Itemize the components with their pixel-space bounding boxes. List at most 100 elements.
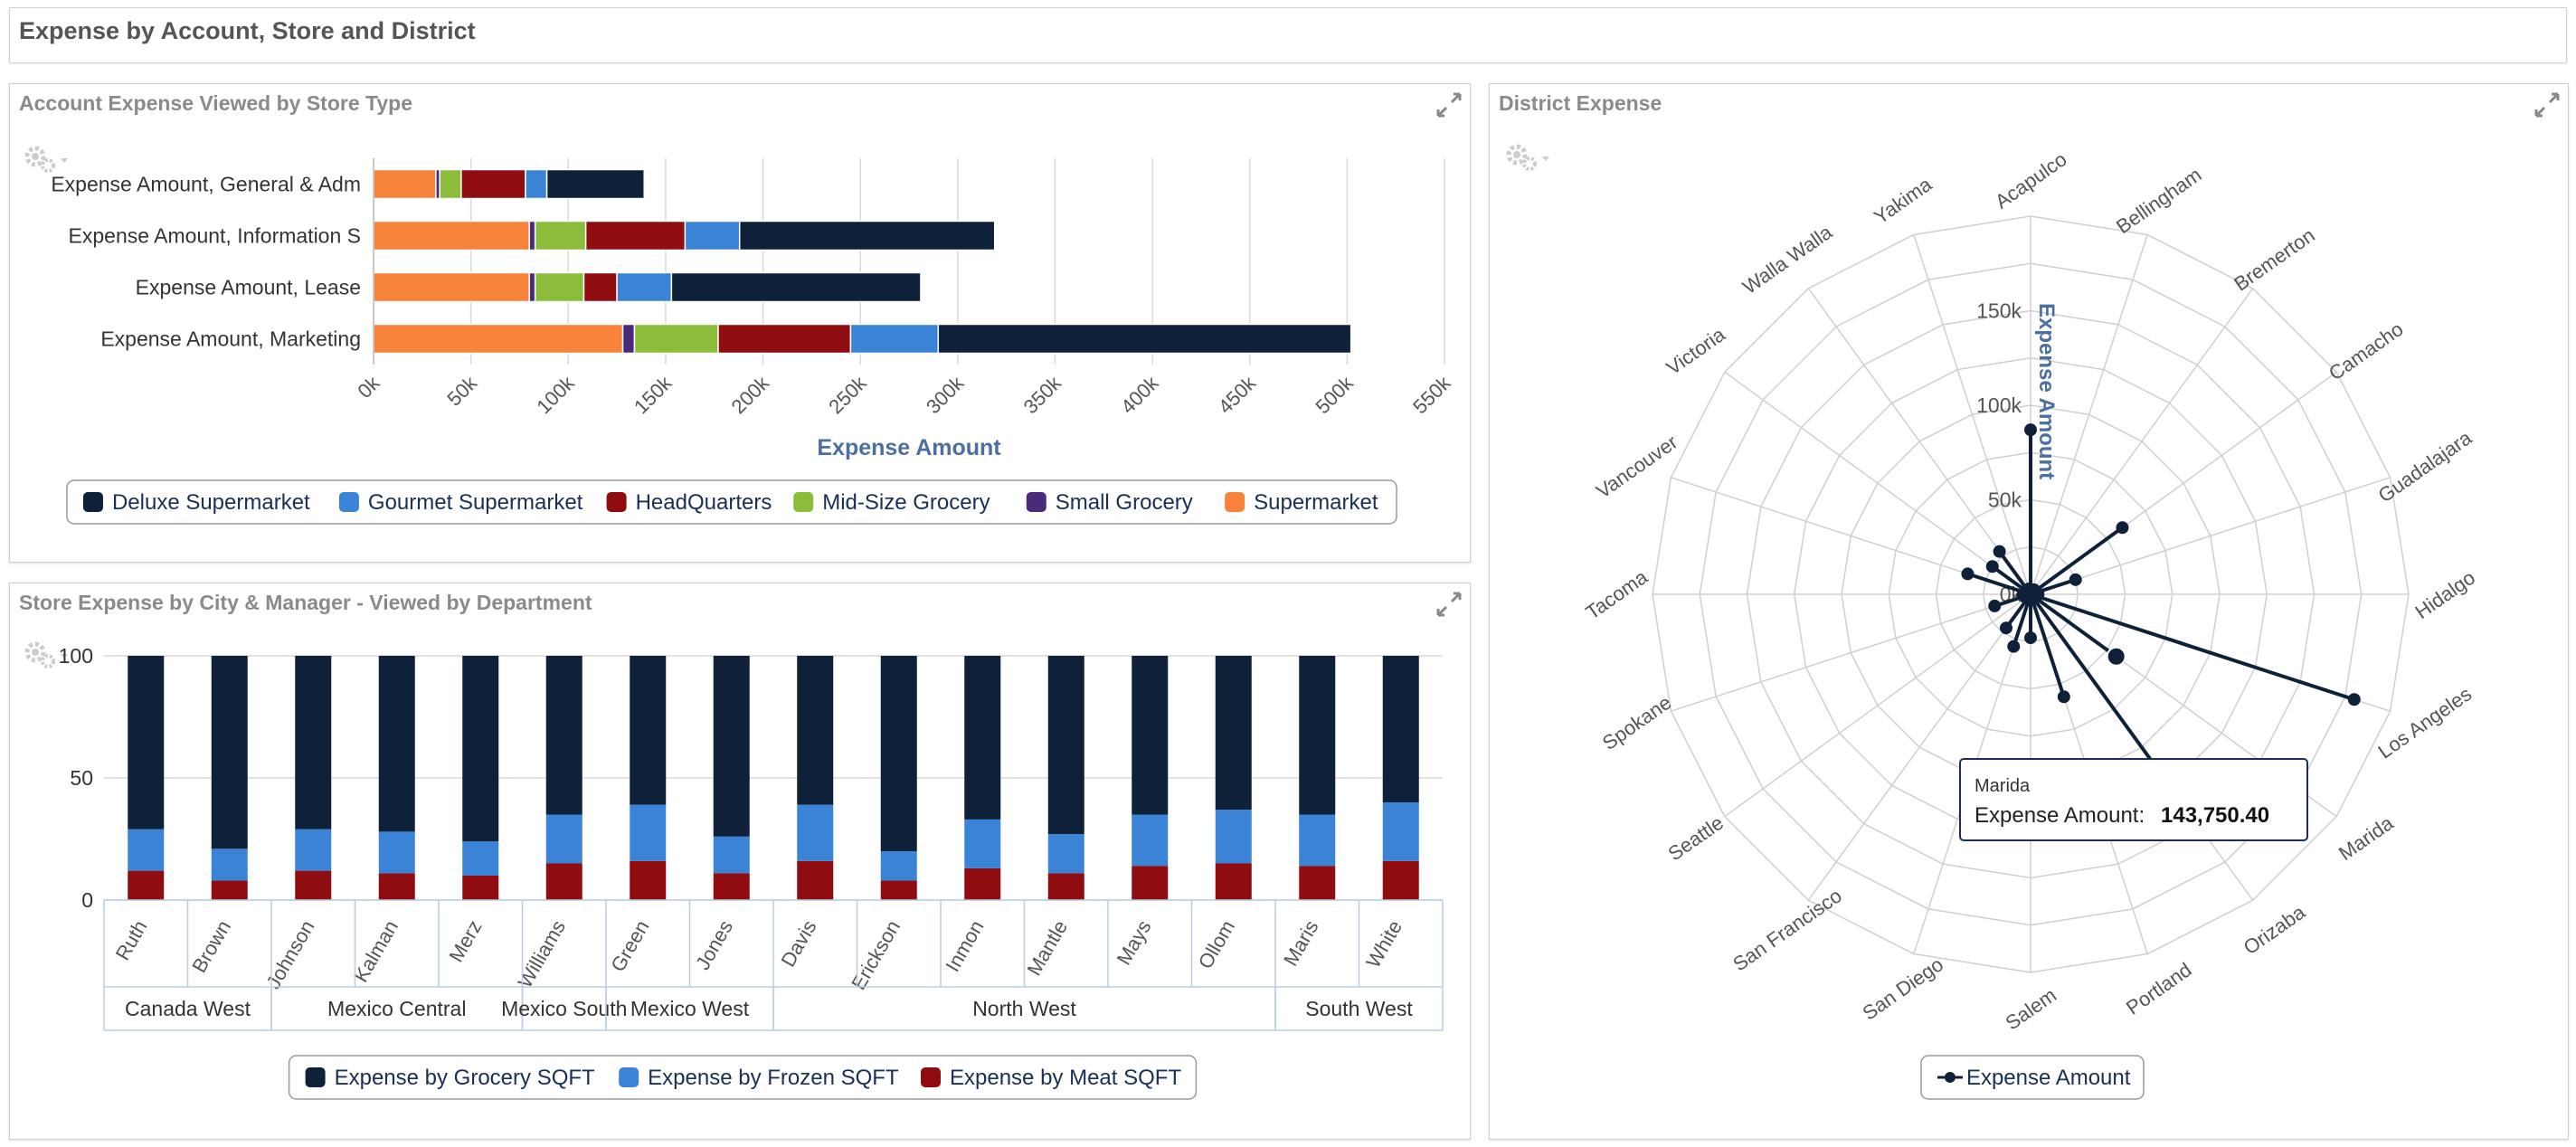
bar-segment[interactable] — [964, 867, 1001, 900]
bar-segment[interactable] — [1299, 866, 1336, 900]
bar-segment[interactable] — [584, 220, 687, 251]
bar-segment[interactable] — [373, 271, 530, 303]
bar-segment[interactable] — [1299, 814, 1336, 867]
radar-tick-label: 100k — [1976, 393, 2022, 417]
bar-segment[interactable] — [1382, 656, 1419, 802]
legend-item[interactable]: Expense by Grocery SQFT — [305, 1066, 595, 1090]
x-tick-label: 350k — [1019, 371, 1066, 418]
bar-segment[interactable] — [1132, 866, 1169, 900]
bar-segment[interactable] — [621, 323, 636, 355]
data-point[interactable] — [2007, 640, 2021, 653]
data-point[interactable] — [2024, 631, 2037, 645]
data-point[interactable] — [2057, 690, 2070, 704]
bar-segment[interactable] — [797, 656, 834, 805]
bar-segment[interactable] — [964, 656, 1001, 820]
bar-segment[interactable] — [378, 873, 415, 900]
bar-segment[interactable] — [462, 841, 499, 876]
bar-segment[interactable] — [128, 829, 165, 871]
bar-segment[interactable] — [373, 168, 437, 200]
bar-segment[interactable] — [717, 323, 852, 355]
bar-segment[interactable] — [545, 168, 645, 200]
bar-segment[interactable] — [545, 863, 582, 901]
data-point[interactable] — [1988, 599, 2002, 612]
bar-segment[interactable] — [1215, 810, 1252, 864]
bar-segment[interactable] — [880, 851, 917, 881]
bar-segment[interactable] — [373, 323, 624, 355]
data-point[interactable] — [1999, 621, 2012, 635]
data-point[interactable] — [1993, 545, 2006, 558]
data-point[interactable] — [2022, 583, 2036, 596]
bar-segment[interactable] — [797, 804, 834, 861]
legend-swatch — [619, 1067, 639, 1087]
bar-segment[interactable] — [378, 656, 415, 832]
bar-segment[interactable] — [534, 271, 585, 303]
bar-segment[interactable] — [211, 880, 248, 900]
legend-item[interactable]: Mid-Size Grocery — [793, 490, 990, 515]
bar-segment[interactable] — [880, 656, 917, 851]
legend-item[interactable]: Gourmet Supermarket — [338, 490, 583, 515]
legend-item[interactable]: Expense by Meat SQFT — [921, 1066, 1181, 1090]
bar-segment[interactable] — [670, 271, 922, 303]
bar-segment[interactable] — [528, 271, 536, 303]
bar-segment[interactable] — [1299, 656, 1336, 815]
legend-item[interactable]: Expense by Frozen SQFT — [619, 1066, 899, 1090]
legend-item[interactable]: Deluxe Supermarket — [82, 490, 310, 515]
bar-segment[interactable] — [534, 220, 587, 251]
bar-segment[interactable] — [462, 656, 499, 842]
bar-segment[interactable] — [462, 876, 499, 900]
bar-segment[interactable] — [630, 656, 667, 805]
bar-segment[interactable] — [1215, 863, 1252, 901]
bar-segment[interactable] — [295, 656, 332, 829]
bar-segment[interactable] — [937, 323, 1352, 355]
bar-segment[interactable] — [373, 220, 530, 251]
bar-segment[interactable] — [545, 656, 582, 815]
data-point[interactable] — [2069, 573, 2082, 586]
bar-segment[interactable] — [378, 831, 415, 874]
data-point[interactable] — [1985, 560, 1999, 574]
bar-segment[interactable] — [630, 860, 667, 900]
bar-segment[interactable] — [633, 323, 719, 355]
group-label: Mexico West — [630, 997, 750, 1020]
bar-segment[interactable] — [1047, 834, 1084, 874]
bar-segment[interactable] — [439, 168, 462, 200]
bar-segment[interactable] — [964, 819, 1001, 868]
bar-segment[interactable] — [211, 848, 248, 881]
bar-segment[interactable] — [295, 870, 332, 900]
bar-segment[interactable] — [630, 804, 667, 861]
bar-segment[interactable] — [295, 829, 332, 871]
data-point[interactable] — [1961, 567, 1975, 581]
bar-segment[interactable] — [128, 656, 165, 829]
bar-segment[interactable] — [849, 323, 940, 355]
bar-segment[interactable] — [211, 656, 248, 849]
bar-segment[interactable] — [797, 860, 834, 900]
bar-segment[interactable] — [713, 836, 750, 874]
bar-segment[interactable] — [738, 220, 996, 251]
bar-segment[interactable] — [1215, 656, 1252, 810]
y-tick-label: 50 — [70, 766, 93, 790]
data-point[interactable] — [2024, 423, 2037, 437]
bar-segment[interactable] — [460, 168, 526, 200]
bar-segment[interactable] — [528, 220, 536, 251]
bar-segment[interactable] — [582, 271, 618, 303]
bar-segment[interactable] — [1382, 860, 1419, 900]
bar-segment[interactable] — [1132, 814, 1169, 867]
radar-category-label: Bremerton — [2230, 223, 2318, 295]
bar-segment[interactable] — [545, 814, 582, 864]
bar-segment[interactable] — [616, 271, 673, 303]
bar-segment[interactable] — [1047, 656, 1084, 835]
data-point[interactable] — [2106, 646, 2126, 667]
bar-segment[interactable] — [128, 870, 165, 900]
bar-segment[interactable] — [880, 880, 917, 900]
bar-segment[interactable] — [713, 873, 750, 900]
store-expense-panel: Store Expense by City & Manager - Viewed… — [9, 583, 1471, 1140]
legend-swatch — [1225, 492, 1245, 512]
bar-segment[interactable] — [1382, 802, 1419, 861]
legend-item[interactable]: Expense Amount — [1937, 1066, 2131, 1090]
data-point[interactable] — [2116, 521, 2129, 535]
bar-segment[interactable] — [684, 220, 741, 251]
bar-segment[interactable] — [1047, 873, 1084, 900]
bar-segment[interactable] — [713, 656, 750, 837]
bar-segment[interactable] — [1132, 656, 1169, 815]
data-point[interactable] — [2347, 693, 2361, 706]
bar-segment[interactable] — [525, 168, 548, 200]
